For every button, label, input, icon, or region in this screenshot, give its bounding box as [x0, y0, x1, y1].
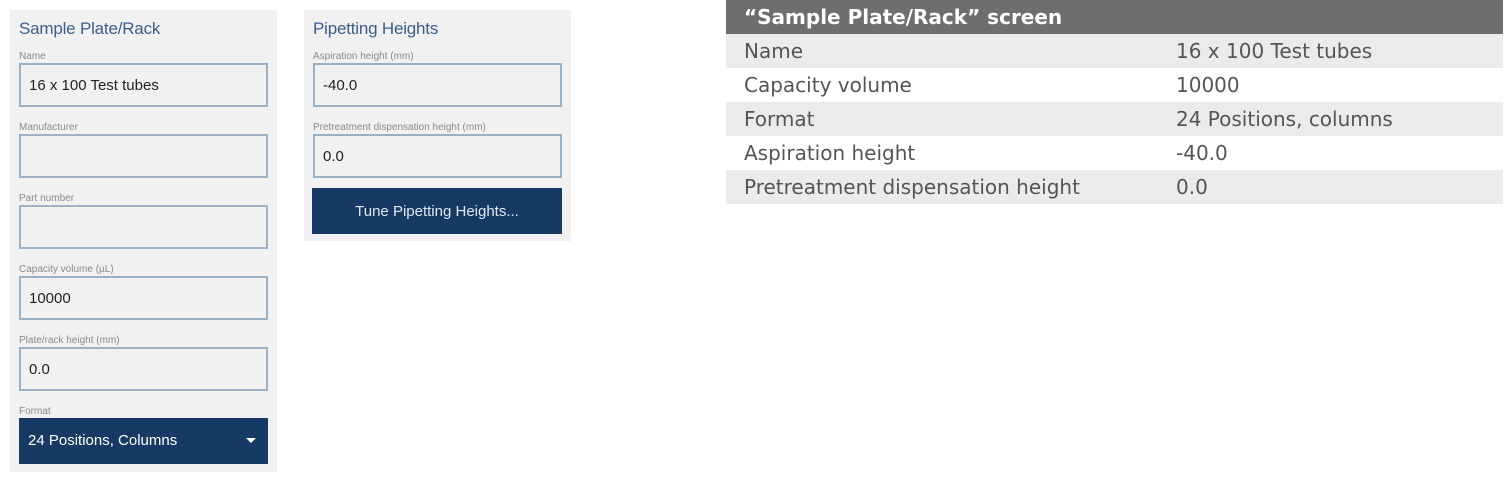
table-row: Aspiration height -40.0 — [726, 136, 1503, 170]
chevron-down-icon — [246, 438, 256, 443]
sample-panel-title: Sample Plate/Rack — [19, 19, 161, 38]
table-row: Format 24 Positions, columns — [726, 102, 1503, 136]
summary-table: “Sample Plate/Rack” screen Name 16 x 100… — [726, 0, 1503, 204]
pipetting-heights-panel: Pipetting Heights Aspiration height (mm)… — [304, 10, 571, 241]
format-select[interactable]: 24 Positions, Columns — [19, 418, 268, 464]
aspiration-height-input[interactable] — [313, 63, 562, 107]
tune-pipetting-heights-button[interactable]: Tune Pipetting Heights... — [312, 188, 562, 234]
row-value: -40.0 — [1176, 136, 1503, 170]
format-label: Format — [19, 406, 51, 417]
plate-rack-height-input[interactable] — [19, 347, 268, 391]
name-input[interactable] — [19, 63, 268, 107]
manufacturer-label: Manufacturer — [19, 122, 78, 133]
summary-table-header: “Sample Plate/Rack” screen — [726, 0, 1503, 34]
aspiration-height-label: Aspiration height (mm) — [313, 51, 414, 62]
part-number-label: Part number — [19, 193, 75, 204]
table-row: Capacity volume 10000 — [726, 68, 1503, 102]
sample-plate-rack-panel: Sample Plate/Rack Name Manufacturer Part… — [10, 10, 277, 472]
row-label: Pretreatment dispensation height — [726, 170, 1176, 204]
row-value: 24 Positions, columns — [1176, 102, 1503, 136]
pretreatment-dispensation-height-input[interactable] — [313, 134, 562, 178]
row-value: 16 x 100 Test tubes — [1176, 34, 1503, 68]
row-label: Format — [726, 102, 1176, 136]
table-row: Name 16 x 100 Test tubes — [726, 34, 1503, 68]
format-select-value: 24 Positions, Columns — [28, 432, 178, 449]
row-value: 10000 — [1176, 68, 1503, 102]
plate-rack-height-label: Plate/rack height (mm) — [19, 335, 120, 346]
part-number-input[interactable] — [19, 205, 268, 249]
name-label: Name — [19, 51, 46, 62]
capacity-volume-label: Capacity volume (µL) — [19, 264, 114, 275]
pipetting-panel-title: Pipetting Heights — [313, 19, 439, 38]
pretreatment-dispensation-height-label: Pretreatment dispensation height (mm) — [313, 122, 486, 133]
table-row: Pretreatment dispensation height 0.0 — [726, 170, 1503, 204]
manufacturer-input[interactable] — [19, 134, 268, 178]
capacity-volume-input[interactable] — [19, 276, 268, 320]
row-label: Capacity volume — [726, 68, 1176, 102]
summary-table-header-row: “Sample Plate/Rack” screen — [726, 0, 1503, 34]
row-value: 0.0 — [1176, 170, 1503, 204]
row-label: Name — [726, 34, 1176, 68]
row-label: Aspiration height — [726, 136, 1176, 170]
